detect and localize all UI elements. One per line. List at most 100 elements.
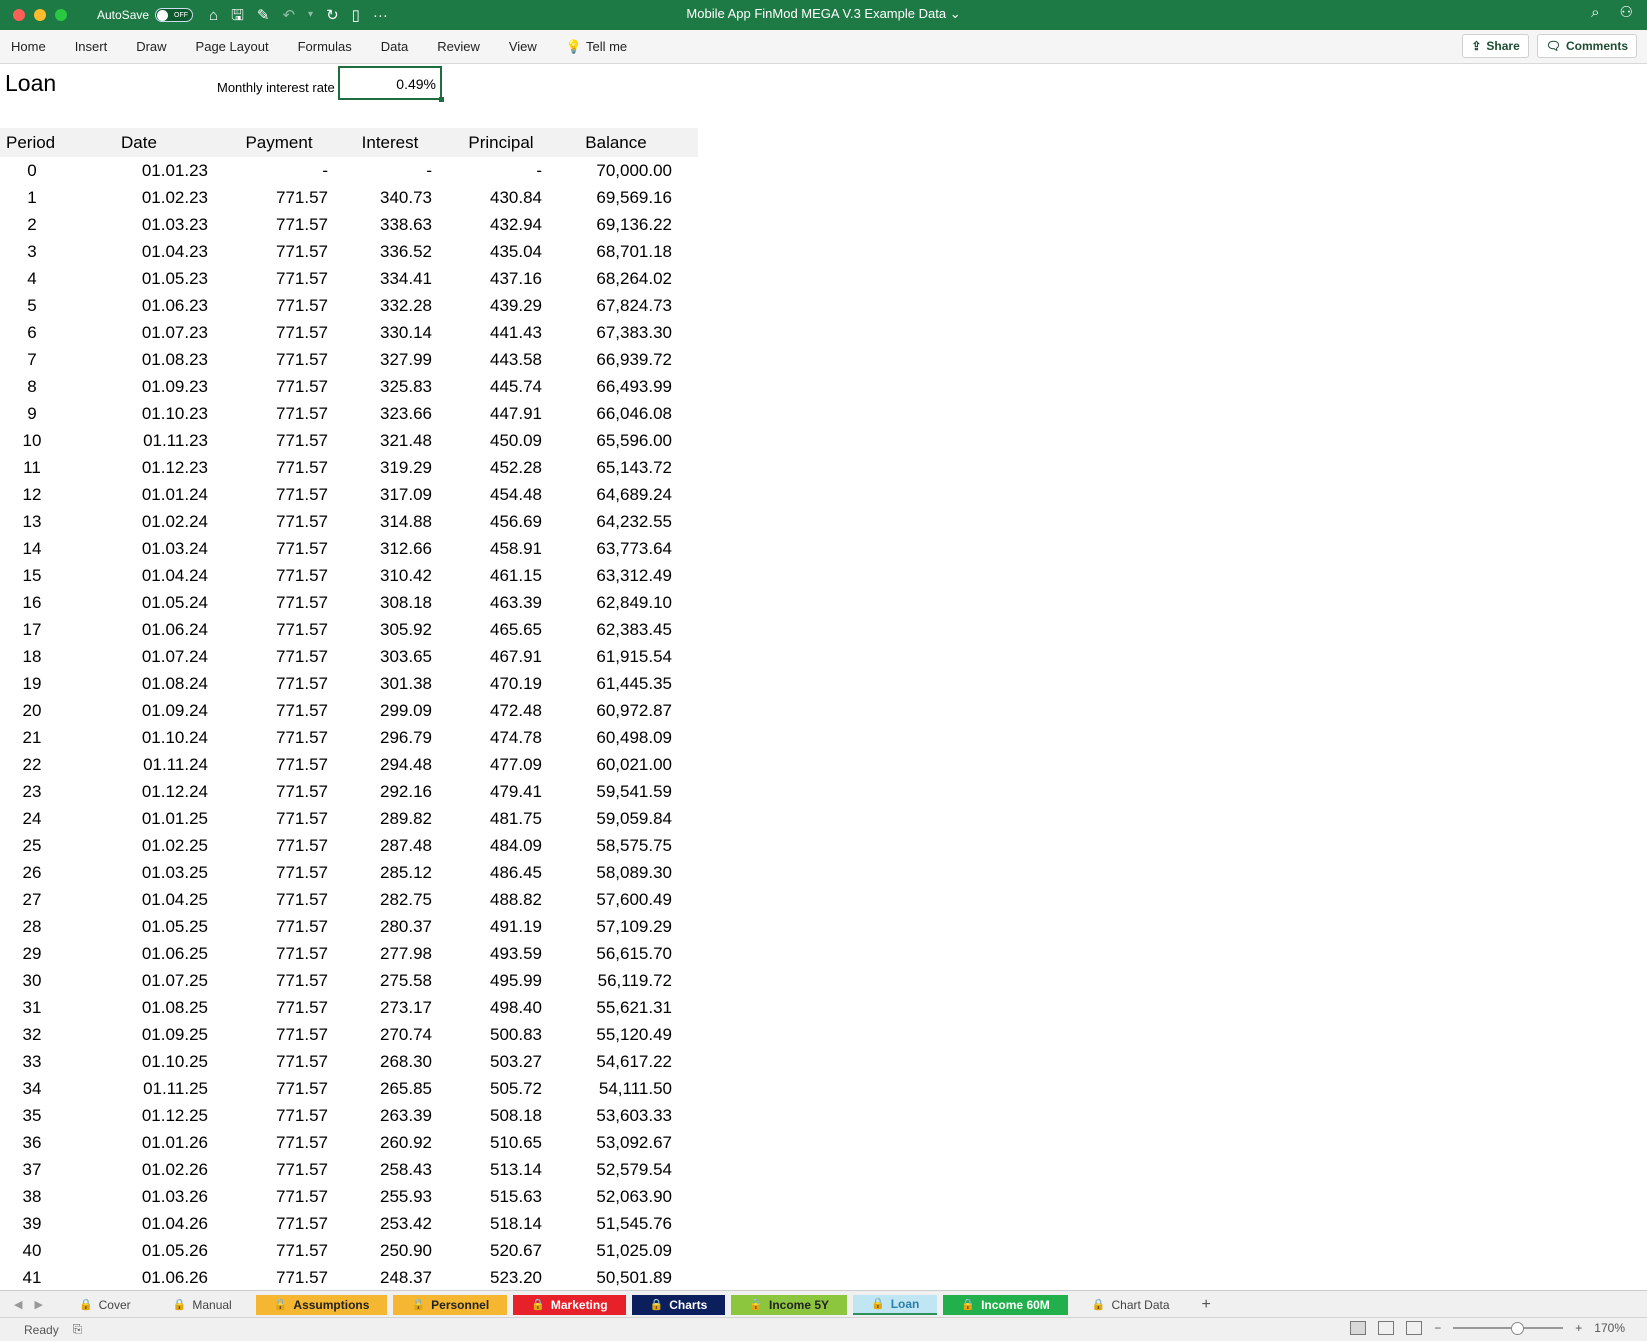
- cell-interest[interactable]: 301.38: [328, 674, 432, 694]
- cell-period[interactable]: 40: [0, 1241, 64, 1261]
- cell-date[interactable]: 01.12.25: [64, 1106, 214, 1126]
- cell-principal[interactable]: 474.78: [432, 728, 542, 748]
- normal-view-icon[interactable]: [1350, 1321, 1367, 1335]
- header-principal[interactable]: Principal: [432, 133, 542, 153]
- cell-balance[interactable]: 53,092.67: [542, 1133, 672, 1153]
- cell-balance[interactable]: 58,089.30: [542, 863, 672, 883]
- cell-period[interactable]: 10: [0, 431, 64, 451]
- cell-balance[interactable]: 58,575.75: [542, 836, 672, 856]
- cell-interest[interactable]: 260.92: [328, 1133, 432, 1153]
- cell-interest[interactable]: 292.16: [328, 782, 432, 802]
- tab-home[interactable]: Home: [11, 39, 46, 54]
- cell-period[interactable]: 34: [0, 1079, 64, 1099]
- cell-principal[interactable]: 508.18: [432, 1106, 542, 1126]
- cell-period[interactable]: 37: [0, 1160, 64, 1180]
- cell-period[interactable]: 13: [0, 512, 64, 532]
- cell-date[interactable]: 01.06.26: [64, 1268, 214, 1288]
- cell-date[interactable]: 01.05.23: [64, 269, 214, 289]
- cell-payment[interactable]: 771.57: [214, 404, 328, 424]
- cell-interest[interactable]: 310.42: [328, 566, 432, 586]
- tab-formulas[interactable]: Formulas: [298, 39, 352, 54]
- cell-date[interactable]: 01.01.26: [64, 1133, 214, 1153]
- new-document-icon[interactable]: ▯: [352, 8, 360, 23]
- add-sheet-icon[interactable]: +: [1202, 1296, 1211, 1314]
- cell-principal[interactable]: 467.91: [432, 647, 542, 667]
- cell-principal[interactable]: 498.40: [432, 998, 542, 1018]
- cell-period[interactable]: 21: [0, 728, 64, 748]
- cell-principal[interactable]: 452.28: [432, 458, 542, 478]
- cell-payment[interactable]: 771.57: [214, 944, 328, 964]
- sheet-tab-charts[interactable]: 🔒 Charts: [631, 1294, 726, 1315]
- cell-period[interactable]: 14: [0, 539, 64, 559]
- cell-date[interactable]: 01.06.25: [64, 944, 214, 964]
- cell-payment[interactable]: 771.57: [214, 188, 328, 208]
- cell-payment[interactable]: 771.57: [214, 971, 328, 991]
- cell-interest[interactable]: 323.66: [328, 404, 432, 424]
- cell-date[interactable]: 01.03.26: [64, 1187, 214, 1207]
- cell-principal[interactable]: 520.67: [432, 1241, 542, 1261]
- cell-principal[interactable]: 513.14: [432, 1160, 542, 1180]
- cell-payment[interactable]: 771.57: [214, 539, 328, 559]
- cell-payment[interactable]: 771.57: [214, 1106, 328, 1126]
- cell-period[interactable]: 17: [0, 620, 64, 640]
- cell-interest[interactable]: 321.48: [328, 431, 432, 451]
- cell-payment[interactable]: 771.57: [214, 1079, 328, 1099]
- cell-principal[interactable]: 515.63: [432, 1187, 542, 1207]
- cell-period[interactable]: 28: [0, 917, 64, 937]
- cell-balance[interactable]: 54,617.22: [542, 1052, 672, 1072]
- header-interest[interactable]: Interest: [328, 133, 432, 153]
- next-sheet-icon[interactable]: ▶: [34, 1298, 42, 1311]
- cell-date[interactable]: 01.08.25: [64, 998, 214, 1018]
- cell-balance[interactable]: 69,569.16: [542, 188, 672, 208]
- cell-balance[interactable]: 59,541.59: [542, 782, 672, 802]
- cell-principal[interactable]: 441.43: [432, 323, 542, 343]
- cell-interest[interactable]: 265.85: [328, 1079, 432, 1099]
- autosave-toggle[interactable]: OFF: [155, 8, 194, 22]
- cell-balance[interactable]: 66,493.99: [542, 377, 672, 397]
- cell-date[interactable]: 01.10.24: [64, 728, 214, 748]
- cell-period[interactable]: 11: [0, 458, 64, 478]
- cell-principal[interactable]: 445.74: [432, 377, 542, 397]
- cell-date[interactable]: 01.11.24: [64, 755, 214, 775]
- cell-period[interactable]: 1: [0, 188, 64, 208]
- tab-data[interactable]: Data: [381, 39, 408, 54]
- cell-period[interactable]: 16: [0, 593, 64, 613]
- cell-period[interactable]: 20: [0, 701, 64, 721]
- cell-interest[interactable]: 275.58: [328, 971, 432, 991]
- redo-icon[interactable]: ↻: [326, 8, 339, 23]
- cell-balance[interactable]: 57,600.49: [542, 890, 672, 910]
- cell-principal[interactable]: 488.82: [432, 890, 542, 910]
- cell-interest[interactable]: 327.99: [328, 350, 432, 370]
- cell-balance[interactable]: 52,063.90: [542, 1187, 672, 1207]
- cell-date[interactable]: 01.12.24: [64, 782, 214, 802]
- cell-balance[interactable]: 61,915.54: [542, 647, 672, 667]
- zoom-slider[interactable]: [1453, 1322, 1564, 1335]
- cell-interest[interactable]: 294.48: [328, 755, 432, 775]
- header-balance[interactable]: Balance: [542, 133, 672, 153]
- cell-period[interactable]: 35: [0, 1106, 64, 1126]
- cell-payment[interactable]: 771.57: [214, 1214, 328, 1234]
- macro-record-icon[interactable]: ⎘: [73, 1322, 83, 1337]
- cell-interest[interactable]: 282.75: [328, 890, 432, 910]
- cell-period[interactable]: 32: [0, 1025, 64, 1045]
- cell-balance[interactable]: 65,143.72: [542, 458, 672, 478]
- cell-period[interactable]: 9: [0, 404, 64, 424]
- sheet-tab-chart-data[interactable]: 🔒 Chart Data: [1073, 1294, 1188, 1315]
- cell-payment[interactable]: 771.57: [214, 647, 328, 667]
- cell-interest[interactable]: 299.09: [328, 701, 432, 721]
- cell-interest[interactable]: 250.90: [328, 1241, 432, 1261]
- cell-balance[interactable]: 52,579.54: [542, 1160, 672, 1180]
- cell-balance[interactable]: 63,773.64: [542, 539, 672, 559]
- cell-balance[interactable]: 67,824.73: [542, 296, 672, 316]
- home-icon[interactable]: ⌂: [209, 8, 218, 23]
- title-chevron-icon[interactable]: ⌄: [950, 6, 961, 21]
- sheet-tab-assumptions[interactable]: 🔒 Assumptions: [255, 1294, 388, 1315]
- cell-balance[interactable]: 67,383.30: [542, 323, 672, 343]
- cell-balance[interactable]: 61,445.35: [542, 674, 672, 694]
- cell-principal[interactable]: 432.94: [432, 215, 542, 235]
- cell-principal[interactable]: 472.48: [432, 701, 542, 721]
- cell-payment[interactable]: 771.57: [214, 593, 328, 613]
- cell-date[interactable]: 01.01.25: [64, 809, 214, 829]
- cell-date[interactable]: 01.05.24: [64, 593, 214, 613]
- cell-interest[interactable]: 332.28: [328, 296, 432, 316]
